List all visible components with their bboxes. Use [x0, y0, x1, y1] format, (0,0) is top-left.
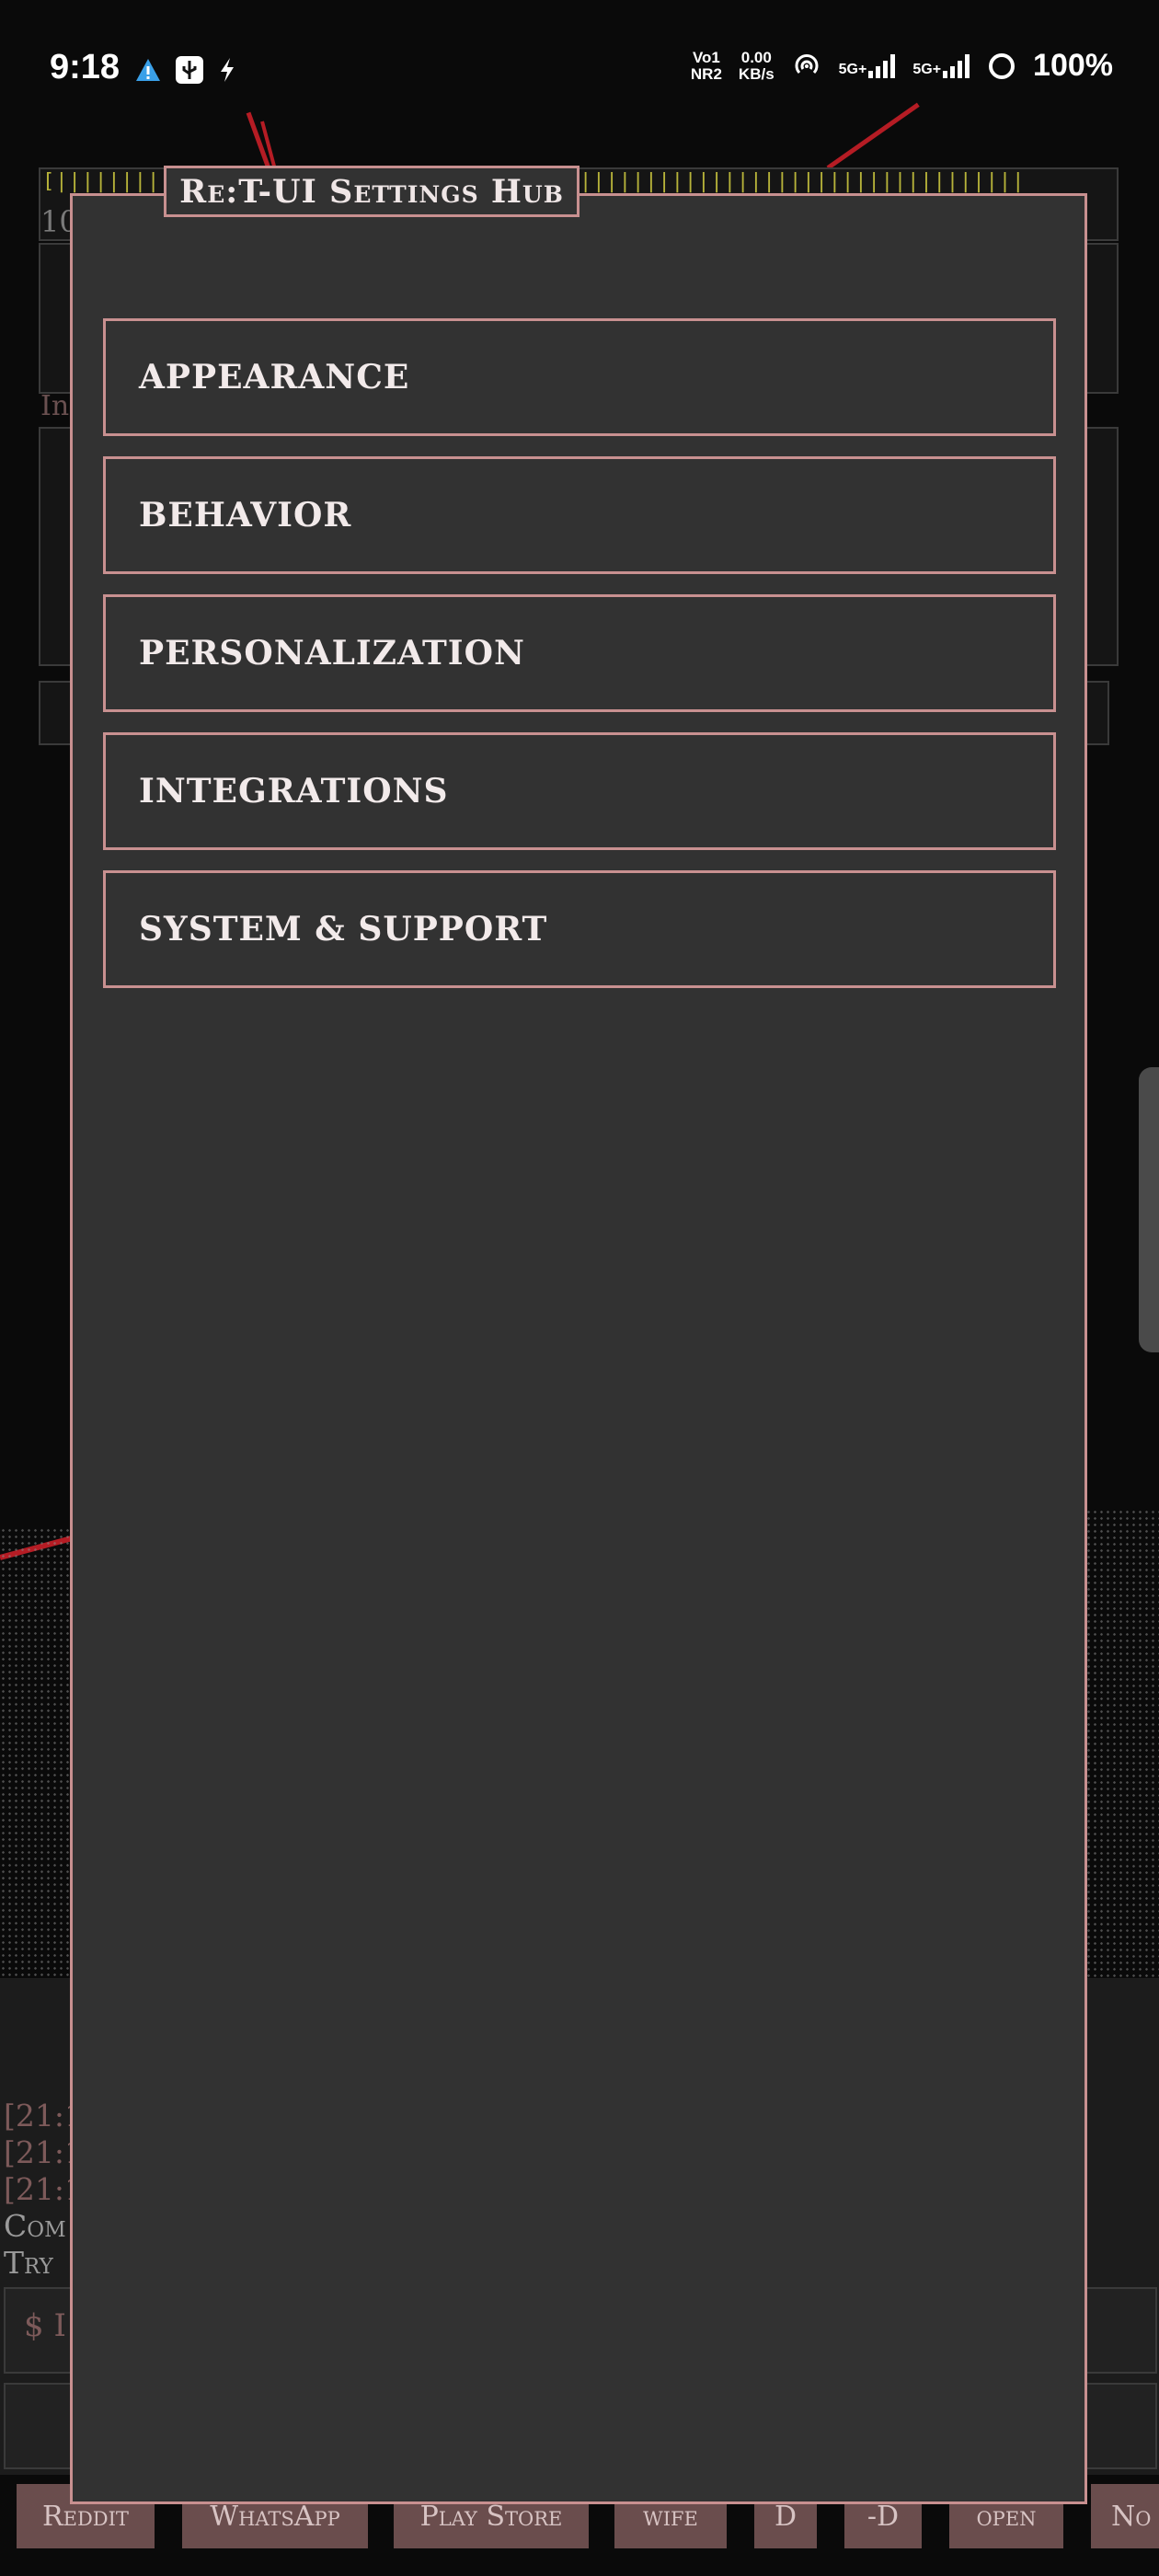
charging-icon: [221, 58, 234, 82]
menu-item-appearance[interactable]: APPEARANCE: [103, 318, 1056, 436]
network-speed: 0.00 KB/s: [738, 48, 775, 83]
bg-fragment-label: In: [40, 390, 70, 422]
signal-1: 5G+: [839, 53, 897, 78]
notification-icons: [134, 55, 237, 85]
terminal-prompt: $ I: [24, 2307, 66, 2344]
signal-bars-icon: [868, 53, 896, 78]
signal-2: 5G+: [912, 53, 970, 78]
battery-percent: 100%: [1033, 48, 1113, 83]
status-right: Vo1 NR2 0.00 KB/s 5G+ 5G+ 100%: [691, 48, 1113, 84]
status-bar: 9:18 Vo1 NR2 0.00 KB/s 5G+ 5G+ 100%: [0, 0, 1159, 138]
menu-item-behavior[interactable]: BEHAVIOR: [103, 456, 1056, 574]
usb-icon: [176, 56, 203, 84]
hotspot-icon: [795, 53, 819, 74]
menu-item-personalization[interactable]: PERSONALIZATION: [103, 594, 1056, 712]
shortcut-no[interactable]: No: [1091, 2484, 1159, 2548]
battery-icon: [989, 52, 1016, 79]
dialog-title: Re:T-UI Settings Hub: [164, 166, 580, 217]
clock: 9:18: [50, 48, 120, 86]
side-panel-handle[interactable]: [1139, 1067, 1159, 1352]
menu-item-integrations[interactable]: INTEGRATIONS: [103, 732, 1056, 850]
signal-bars-icon: [943, 53, 970, 78]
volte-indicator: Vo1 NR2: [690, 48, 722, 83]
warning-icon: [136, 59, 160, 81]
menu-item-system-support[interactable]: SYSTEM & SUPPORT: [103, 870, 1056, 988]
